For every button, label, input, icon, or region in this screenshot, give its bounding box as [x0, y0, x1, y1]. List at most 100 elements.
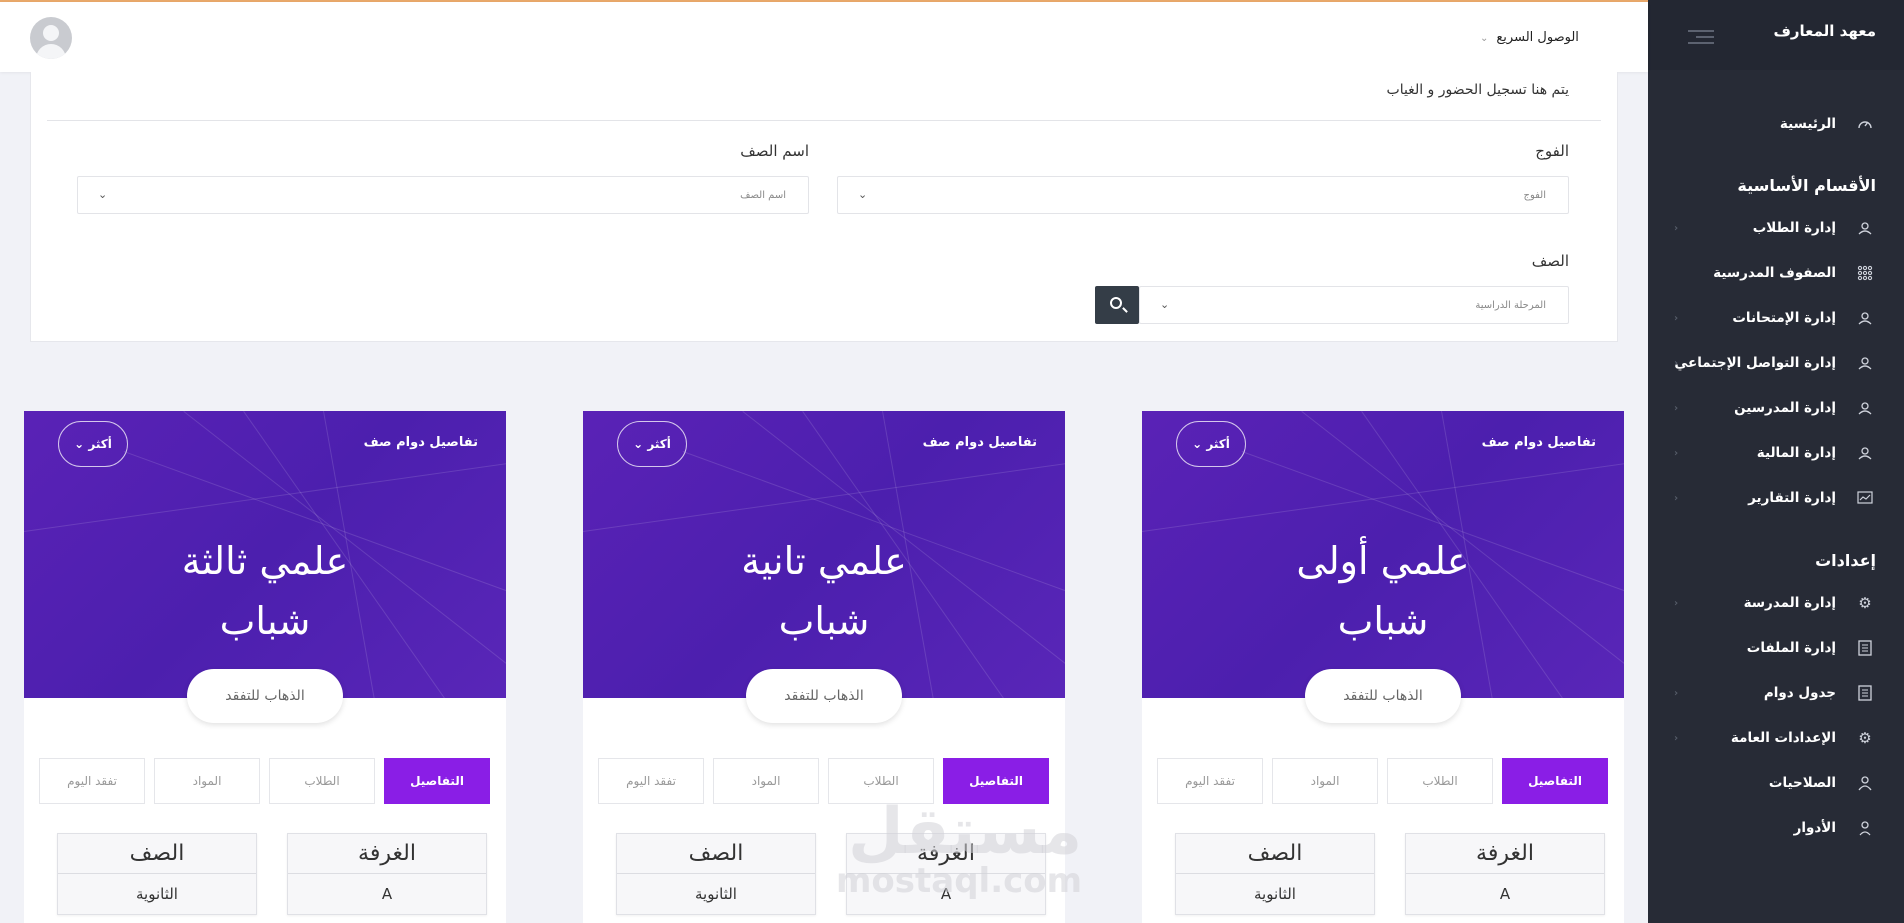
quick-access-label: الوصول السريع: [1496, 30, 1579, 45]
class-name-label: اسم الصف: [740, 142, 809, 160]
brand-name: معهد المعارف: [1773, 22, 1876, 40]
sidebar-item-label: إدارة المدرسين: [1734, 400, 1836, 416]
sidebar-item-permissions[interactable]: الصلاحيات: [1674, 767, 1874, 799]
stage-placeholder: المرحلة الدراسية: [1475, 300, 1546, 311]
tab-subjects[interactable]: المواد: [154, 758, 260, 804]
search-button[interactable]: [1095, 286, 1139, 324]
room-value: A: [1499, 885, 1511, 903]
class-box-label: الصف: [617, 834, 815, 874]
tab-today-check[interactable]: تفقد اليوم: [598, 758, 704, 804]
chevron-down-icon: ⌄: [858, 188, 868, 201]
quick-access-dropdown[interactable]: الوصول السريع ⌄: [1480, 30, 1579, 45]
class-box-value: الثانوية: [1254, 885, 1296, 903]
sidebar-item-classes[interactable]: الصفوف المدرسية: [1674, 257, 1874, 289]
tab-students[interactable]: الطلاب: [1387, 758, 1493, 804]
more-button[interactable]: أكثر ⌄: [617, 421, 687, 467]
sidebar-item-label: إدارة المالية: [1756, 445, 1836, 461]
sidebar-item-school[interactable]: ⚙ إدارة المدرسة ‹: [1674, 587, 1874, 619]
tab-subjects[interactable]: المواد: [1272, 758, 1378, 804]
chevron-left-icon: ‹: [1674, 687, 1679, 699]
section-title-main: الأقسام الأساسية: [1737, 176, 1876, 195]
card-title-line2: شباب: [1337, 599, 1429, 643]
card-hero: تفاصيل دوام صف أكثر ⌄ علمي أولى شباب: [1142, 411, 1624, 698]
go-check-button[interactable]: الذهاب للتفقد: [1305, 669, 1461, 723]
group-icon: [1856, 444, 1874, 462]
batch-label: الفوج: [1535, 142, 1569, 160]
sidebar-item-home[interactable]: الرئيسية: [1674, 108, 1874, 140]
sidebar-item-schedule[interactable]: جدول دوام ‹: [1674, 677, 1874, 709]
tab-today-check[interactable]: تفقد اليوم: [39, 758, 145, 804]
card-title-line1: علمي تانية: [741, 539, 907, 583]
group-icon: [1856, 354, 1874, 372]
sidebar-item-reports[interactable]: إدارة التقارير ‹: [1674, 482, 1874, 514]
menu-toggle-icon[interactable]: [1688, 30, 1714, 44]
more-label: أكثر: [1206, 437, 1230, 451]
card-subtitle: تفاصيل دوام صف: [1481, 435, 1596, 450]
class-box: الصف الثانوية: [1175, 833, 1375, 915]
card-subtitle: تفاصيل دوام صف: [363, 435, 478, 450]
sidebar-item-exams[interactable]: إدارة الإمتحانات ‹: [1674, 302, 1874, 334]
class-card: تفاصيل دوام صف أكثر ⌄ علمي ثالثة شباب ال…: [24, 411, 506, 923]
sidebar-item-teachers[interactable]: إدارة المدرسين ‹: [1674, 392, 1874, 424]
chevron-left-icon: ‹: [1674, 447, 1679, 459]
batch-select[interactable]: الفوج ⌄: [837, 176, 1569, 214]
sidebar-item-label: الرئيسية: [1779, 116, 1836, 132]
sidebar: معهد المعارف الرئيسية الأقسام الأساسية إ…: [1648, 0, 1904, 923]
card-title-line1: علمي أولى: [1296, 539, 1470, 583]
go-check-button[interactable]: الذهاب للتفقد: [746, 669, 902, 723]
chevron-down-icon: ⌄: [1192, 437, 1203, 451]
card-hero: تفاصيل دوام صف أكثر ⌄ علمي تانية شباب: [583, 411, 1065, 698]
go-check-button[interactable]: الذهاب للتفقد: [187, 669, 343, 723]
tab-today-check[interactable]: تفقد اليوم: [1157, 758, 1263, 804]
class-name-select[interactable]: اسم الصف ⌄: [77, 176, 809, 214]
tab-details[interactable]: التفاصيل: [1502, 758, 1608, 804]
avatar[interactable]: [30, 17, 72, 59]
card-title-line1: علمي ثالثة: [181, 539, 349, 583]
more-label: أكثر: [88, 437, 112, 451]
user-icon: [1856, 819, 1874, 837]
sidebar-item-finance[interactable]: إدارة المالية ‹: [1674, 437, 1874, 469]
more-button[interactable]: أكثر ⌄: [1176, 421, 1246, 467]
filter-panel: يتم هنا تسجيل الحضور و الغياب الفوج الفو…: [30, 72, 1618, 342]
sidebar-item-label: إدارة الطلاب: [1752, 220, 1836, 236]
sidebar-header: معهد المعارف: [1648, 0, 1904, 70]
sidebar-item-files[interactable]: إدارة الملفات: [1674, 632, 1874, 664]
sidebar-item-students[interactable]: إدارة الطلاب ‹: [1674, 212, 1874, 244]
dashboard-icon: [1856, 115, 1874, 133]
sidebar-item-label: إدارة التواصل الإجتماعي: [1674, 355, 1836, 371]
file-icon: [1856, 639, 1874, 657]
sidebar-item-social[interactable]: إدارة التواصل الإجتماعي ‹: [1674, 347, 1874, 379]
watermark-latin: mostaql.com: [836, 861, 1083, 901]
stage-select[interactable]: المرحلة الدراسية ⌄: [1139, 286, 1569, 324]
grid-icon: [1856, 264, 1874, 282]
room-label: الغرفة: [288, 834, 486, 874]
chevron-left-icon: ‹: [1674, 222, 1679, 234]
chevron-left-icon: ‹: [1674, 357, 1679, 369]
chevron-down-icon: ⌄: [1480, 33, 1489, 44]
sidebar-item-label: إدارة المدرسة: [1743, 595, 1836, 611]
sidebar-item-label: الأدوار: [1793, 820, 1836, 836]
file-icon: [1856, 684, 1874, 702]
chevron-down-icon: ⌄: [74, 437, 85, 451]
class-box-value: الثانوية: [136, 885, 178, 903]
card-subtitle: تفاصيل دوام صف: [922, 435, 1037, 450]
class-label: الصف: [1531, 252, 1569, 270]
tab-details[interactable]: التفاصيل: [384, 758, 490, 804]
sidebar-item-roles[interactable]: الأدوار: [1674, 812, 1874, 844]
class-name-placeholder: اسم الصف: [740, 190, 786, 201]
class-box-label: الصف: [58, 834, 256, 874]
tab-students[interactable]: الطلاب: [269, 758, 375, 804]
tab-subjects[interactable]: المواد: [713, 758, 819, 804]
room-box: الغرفة A: [287, 833, 487, 915]
sidebar-item-label: إدارة الإمتحانات: [1732, 310, 1836, 326]
chevron-left-icon: ‹: [1674, 732, 1679, 744]
gear-icon: ⚙: [1858, 729, 1872, 747]
card-title-line2: شباب: [219, 599, 311, 643]
search-icon: [1110, 297, 1122, 309]
sidebar-item-general-settings[interactable]: ⚙ الإعدادات العامة ‹: [1674, 722, 1874, 754]
top-header: الوصول السريع ⌄: [0, 2, 1648, 72]
group-icon: [1856, 219, 1874, 237]
chevron-left-icon: ‹: [1674, 312, 1679, 324]
class-box-value: الثانوية: [695, 885, 737, 903]
more-button[interactable]: أكثر ⌄: [58, 421, 128, 467]
